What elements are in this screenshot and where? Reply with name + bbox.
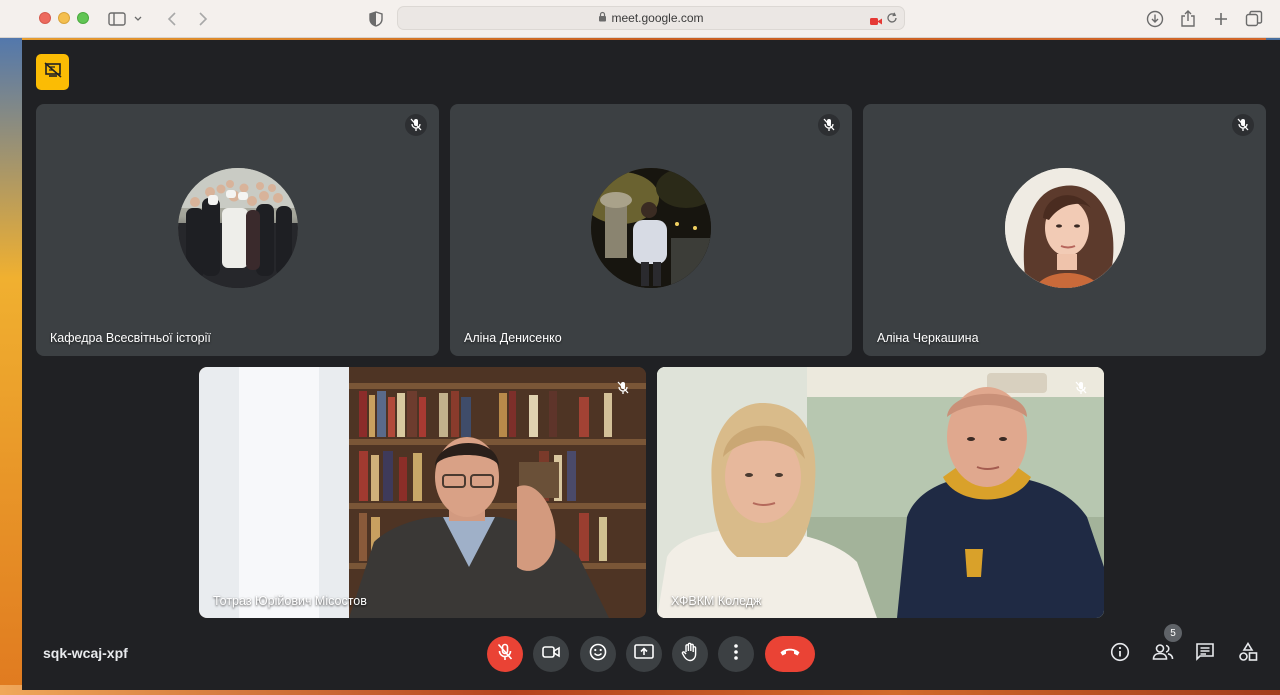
url-text: meet.google.com xyxy=(611,11,704,25)
raise-hand-button[interactable] xyxy=(672,636,708,672)
participant-video xyxy=(199,367,646,618)
share-icon[interactable] xyxy=(1177,8,1199,30)
forward-icon[interactable] xyxy=(192,8,214,30)
chat-button[interactable] xyxy=(1192,641,1218,667)
lock-icon xyxy=(598,11,607,25)
tab-overview-icon[interactable] xyxy=(1243,8,1265,30)
more-vert-icon xyxy=(733,643,739,666)
meeting-details-button[interactable] xyxy=(1107,641,1133,667)
back-icon[interactable] xyxy=(161,8,183,30)
camera-in-use-icon[interactable] xyxy=(870,13,882,25)
info-icon xyxy=(1110,642,1130,667)
participant-name: Тотраз Юрійович Місостов xyxy=(213,594,367,608)
participant-avatar xyxy=(1004,168,1125,288)
present-screen-button[interactable] xyxy=(626,636,662,672)
participant-avatar xyxy=(591,168,711,288)
mic-off-icon xyxy=(818,114,840,136)
mic-off-icon xyxy=(1232,114,1254,136)
emoji-reaction-button[interactable] xyxy=(580,636,616,672)
participant-tile[interactable]: Кафедра Всесвітньої історії xyxy=(36,104,439,356)
mic-off-icon xyxy=(612,377,634,399)
meet-window: Кафедра Всесвітньої історії Аліна Денисе… xyxy=(22,40,1280,690)
close-window-button[interactable] xyxy=(39,12,51,24)
participant-count-badge: 5 xyxy=(1164,624,1182,642)
participant-tile[interactable]: Аліна Черкашина xyxy=(863,104,1266,356)
emoji-icon xyxy=(589,643,607,666)
participant-tile[interactable]: Аліна Денисенко xyxy=(450,104,852,356)
participant-video-tile[interactable]: ХФВКМ Коледж xyxy=(657,367,1104,618)
participant-video xyxy=(657,367,1104,618)
hand-icon xyxy=(681,642,699,667)
mic-off-icon xyxy=(1070,377,1092,399)
new-tab-icon[interactable] xyxy=(1210,8,1232,30)
people-icon xyxy=(1152,643,1174,666)
participant-name: ХФВКМ Коледж xyxy=(671,594,762,608)
camera-toggle-button[interactable] xyxy=(533,636,569,672)
call-end-icon xyxy=(779,645,801,663)
present-icon xyxy=(634,643,654,665)
reload-icon[interactable] xyxy=(886,11,898,23)
leave-call-button[interactable] xyxy=(765,636,815,672)
more-options-button[interactable] xyxy=(718,636,754,672)
sidebar-toggle-icon[interactable] xyxy=(107,8,143,30)
present-off-icon xyxy=(43,61,62,83)
address-bar[interactable]: meet.google.com xyxy=(397,6,905,30)
stop-presenting-button[interactable] xyxy=(36,54,69,90)
browser-toolbar: meet.google.com xyxy=(0,0,1280,38)
participant-name: Аліна Денисенко xyxy=(464,331,562,345)
mic-off-icon xyxy=(405,114,427,136)
desktop-wallpaper-left xyxy=(0,0,22,695)
participant-name: Кафедра Всесвітньої історії xyxy=(50,331,211,345)
people-button[interactable] xyxy=(1150,641,1176,667)
mic-off-icon xyxy=(497,643,513,666)
participant-avatar xyxy=(177,168,298,288)
downloads-icon[interactable] xyxy=(1144,8,1166,30)
fullscreen-window-button[interactable] xyxy=(77,12,89,24)
chat-icon xyxy=(1195,642,1215,667)
mic-toggle-button[interactable] xyxy=(487,636,523,672)
activities-icon xyxy=(1238,641,1258,667)
privacy-shield-icon[interactable] xyxy=(365,8,387,30)
participant-video-tile[interactable]: Тотраз Юрійович Місостов xyxy=(199,367,646,618)
participant-name: Аліна Черкашина xyxy=(877,331,979,345)
minimize-window-button[interactable] xyxy=(58,12,70,24)
meeting-code: sqk-wcaj-xpf xyxy=(43,645,128,661)
activities-button[interactable] xyxy=(1235,641,1261,667)
camera-icon xyxy=(542,645,560,664)
